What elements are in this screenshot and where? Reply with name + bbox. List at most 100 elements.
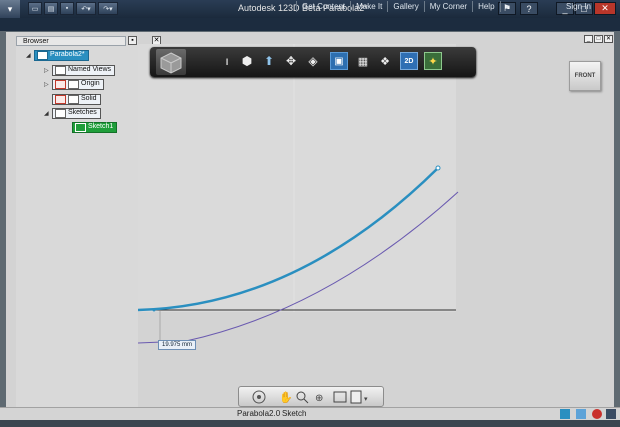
box-icon: ⬢ [241, 54, 253, 68]
svg-text:▾: ▾ [364, 395, 368, 403]
pattern-icon: ◈ [308, 54, 318, 68]
doc-restore-icon: □ [596, 36, 601, 42]
browser-header: Browser [16, 36, 126, 46]
menu-make-it[interactable]: Make It [350, 1, 387, 12]
menu-items: Get Content Make It Gallery My Corner He… [296, 1, 515, 12]
tree-node-box[interactable]: Named Views [52, 64, 116, 76]
move-icon: ✥ [285, 54, 297, 68]
construction-curve-canvas [138, 191, 459, 344]
primitives-button[interactable]: ⬢ [238, 52, 256, 70]
svg-text:⊕: ⊕ [315, 393, 323, 404]
doc-minimize-button[interactable]: _ [584, 35, 593, 43]
tree-node-box[interactable]: Solid [52, 93, 101, 105]
tree-node-origin[interactable]: ▷ Origin [44, 78, 104, 90]
status-bar: Parabola2.0 Sketch [0, 407, 620, 421]
spheres-icon: ❖ [380, 55, 390, 68]
open-button[interactable]: ▤ [44, 2, 58, 15]
extrude-icon: ⬆ [263, 54, 275, 68]
grouping-button[interactable]: ▣ [330, 52, 348, 70]
sign-in-link[interactable]: Sign In [566, 1, 591, 12]
tree-node-box[interactable]: Sketch1 [72, 121, 118, 133]
fit-button[interactable] [333, 391, 347, 403]
folder-icon [55, 65, 66, 75]
menu-help[interactable]: Help [472, 1, 499, 12]
tree-node-box[interactable]: Sketches [52, 107, 101, 119]
close-icon: ✕ [601, 3, 609, 13]
expand-arrow-icon[interactable]: ▷ [44, 67, 52, 74]
construct-button[interactable]: ⬆ [260, 52, 278, 70]
tree-node-label: Solid [81, 95, 97, 102]
layer-icon[interactable] [560, 409, 570, 419]
modify-button[interactable]: ✥ [282, 52, 300, 70]
redo-button[interactable]: ↷▾ [98, 2, 118, 15]
tree-root[interactable]: ◢ Parabola2* [26, 49, 89, 61]
new-file-icon: ▭ [31, 5, 39, 13]
doc-close-button[interactable]: ✕ [604, 35, 613, 43]
snap-icon[interactable] [592, 409, 602, 419]
tree-root-label: Parabola2* [50, 51, 85, 58]
zoom-button[interactable] [296, 391, 309, 404]
info-button[interactable]: ı [218, 52, 236, 70]
tree-node-box[interactable]: Origin [52, 78, 104, 90]
save-button[interactable]: ▪ [60, 2, 74, 15]
quick-access-toolbar: ▭ ▤ ▪ ↶▾ ↷▾ [28, 2, 118, 16]
nav-icons: ✋ ⊕ ▾ [252, 390, 368, 404]
tree-node-label: Origin [81, 80, 100, 87]
tree-root-box[interactable]: Parabola2* [34, 49, 89, 61]
help-button[interactable]: ? [520, 2, 538, 15]
menu-get-content[interactable]: Get Content [296, 1, 350, 12]
pin-icon: ▪ [131, 37, 134, 44]
materials-button[interactable]: ❖ [376, 52, 394, 70]
browser-title: Browser [23, 38, 49, 45]
undo-icon: ↶▾ [81, 5, 91, 13]
main-menu-cube[interactable] [156, 49, 186, 75]
browser-pin-button[interactable]: ▪ [128, 36, 137, 45]
curve-endpoint[interactable] [435, 165, 441, 171]
sketch-icon [75, 122, 86, 132]
tree-node-label: Sketch1 [88, 123, 114, 130]
construction-curve [138, 191, 459, 344]
menu-more[interactable]: ▸ [499, 1, 515, 12]
viewcube[interactable]: FRONT [569, 61, 601, 91]
group-icon: ▣ [334, 55, 344, 67]
expand-arrow-icon[interactable]: ▷ [44, 81, 52, 88]
tree-node-label: Named Views [68, 66, 112, 73]
bottom-strip [0, 420, 620, 427]
render-button[interactable]: ✦ [424, 52, 442, 70]
undo-button[interactable]: ↶▾ [76, 2, 96, 15]
hidden-visibility-icon [55, 94, 66, 104]
grid-toggle-icon[interactable] [576, 409, 586, 419]
pattern-button[interactable]: ◈ [304, 52, 322, 70]
orbit-button[interactable] [252, 390, 266, 404]
viewcube-face-label: FRONT [574, 73, 596, 79]
hidden-visibility-icon [55, 79, 66, 89]
menu-my-corner[interactable]: My Corner [423, 1, 472, 12]
view-style-button[interactable]: ▾ [350, 390, 368, 404]
tree-node-sketch1[interactable]: Sketch1 [72, 121, 118, 133]
sketch-2d-icon: 2D [404, 57, 414, 65]
folder-icon [55, 108, 66, 118]
pan-button[interactable]: ✋ [279, 391, 293, 404]
dimension-label[interactable]: 19.975 mm [158, 340, 197, 350]
doc-restore-button[interactable]: □ [594, 35, 603, 43]
help-icon: ? [526, 3, 532, 14]
menu-gallery[interactable]: Gallery [387, 1, 423, 12]
close-button[interactable]: ✕ [594, 2, 616, 15]
close-icon: ✕ [153, 37, 160, 44]
component-icon [37, 50, 48, 60]
tree-node-sketches[interactable]: ◢ Sketches [44, 107, 101, 119]
collapse-arrow-icon[interactable]: ◢ [44, 110, 52, 117]
sketch-2d-button[interactable]: 2D [400, 52, 418, 70]
doc-close-icon: ✕ [605, 36, 612, 42]
save-icon: ▪ [65, 5, 69, 12]
browser-panel: Browser ▪ ✕ ◢ Parabola2* ▷ Named Views ▷… [16, 36, 161, 408]
combine-button[interactable]: ▦ [354, 52, 372, 70]
collapse-arrow-icon[interactable]: ◢ [26, 52, 34, 59]
settings-icon[interactable] [606, 409, 616, 419]
app-menu-button[interactable]: ▾ [0, 0, 20, 18]
tree-node-named-views[interactable]: ▷ Named Views [44, 64, 116, 76]
tree-node-solid[interactable]: Solid [52, 93, 101, 105]
info-icon: ı [225, 54, 229, 68]
new-button[interactable]: ▭ [28, 2, 42, 15]
look-at-button[interactable]: ⊕ [315, 393, 323, 404]
